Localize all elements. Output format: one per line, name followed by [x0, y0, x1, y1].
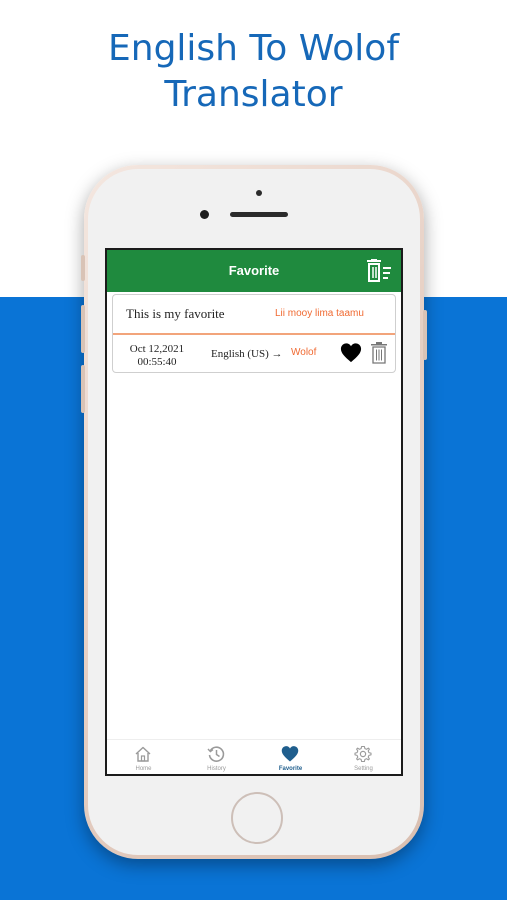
- front-camera: [200, 210, 209, 219]
- tab-favorite[interactable]: Favorite: [254, 740, 327, 774]
- tab-home[interactable]: Home: [107, 740, 180, 774]
- translated-text: Lii mooy lima taamu: [275, 308, 364, 319]
- clear-all-delete-icon[interactable]: [366, 259, 392, 283]
- favorite-item[interactable]: This is my favorite Lii mooy lima taamu …: [112, 294, 396, 373]
- tab-favorite-label: Favorite: [278, 766, 303, 772]
- gear-icon: [354, 745, 372, 763]
- phone-volume-up: [81, 305, 85, 353]
- home-icon: [135, 746, 151, 762]
- heart-filled-icon[interactable]: [340, 342, 362, 364]
- bottom-tab-bar: Home History Favorite Setting: [107, 739, 401, 774]
- phone-volume-down: [81, 365, 85, 413]
- phone-silent-switch: [81, 255, 85, 281]
- promo-title-line2: Translator: [164, 74, 343, 115]
- tab-history-label: History: [207, 766, 226, 772]
- earpiece-speaker: [230, 212, 288, 217]
- from-language-label: English (US) →: [211, 348, 283, 360]
- home-button[interactable]: [231, 792, 283, 844]
- history-icon: [207, 746, 225, 762]
- tab-setting-label: Setting: [354, 766, 373, 772]
- trash-icon[interactable]: [370, 341, 388, 365]
- favorite-date: Oct 12,2021: [129, 343, 185, 355]
- promo-title-line1: English To Wolof: [108, 28, 399, 69]
- tab-history[interactable]: History: [180, 740, 253, 774]
- to-language-label: Wolof: [291, 347, 317, 358]
- favorite-timestamp: Oct 12,2021 00:55:40: [119, 343, 195, 369]
- favorite-item-translation-row: This is my favorite Lii mooy lima taamu: [113, 295, 395, 335]
- tab-home-label: Home: [135, 766, 152, 772]
- app-header: Favorite: [107, 250, 401, 292]
- proximity-sensor: [256, 190, 262, 196]
- favorite-time: 00:55:40: [137, 356, 177, 368]
- heart-icon: [281, 746, 299, 762]
- promo-headline: English To Wolof Translator: [0, 26, 507, 118]
- phone-power-button: [423, 310, 427, 360]
- app-screen: Favorite This is my favorite Lii mooy li…: [105, 248, 403, 776]
- page-title: Favorite: [228, 263, 280, 278]
- tab-setting[interactable]: Setting: [327, 740, 400, 774]
- source-text: This is my favorite: [126, 306, 225, 321]
